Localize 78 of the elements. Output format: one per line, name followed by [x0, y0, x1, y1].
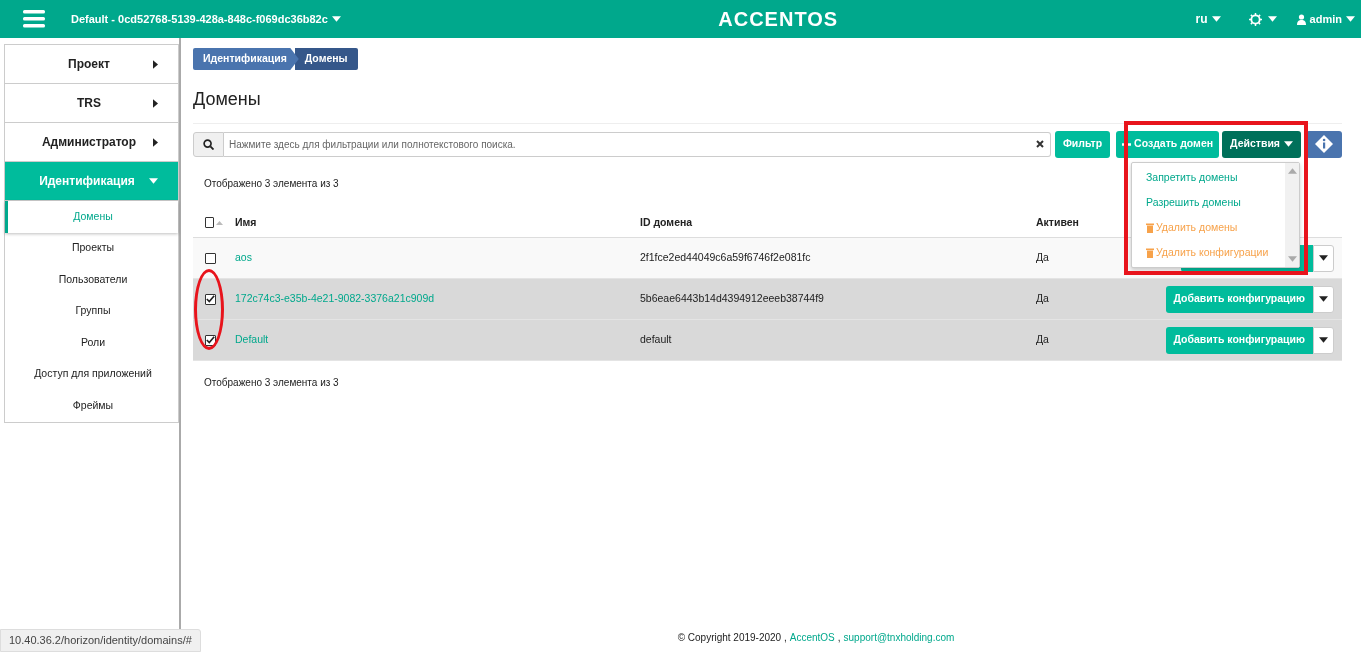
separator-text: , [837, 630, 841, 645]
breadcrumb-item[interactable]: Идентификация [193, 48, 299, 70]
domain-link[interactable]: 172c74c3-e35b-4e21-9082-3376a21c909d [223, 291, 640, 307]
sidebar-item[interactable]: Идентификация [5, 162, 178, 201]
checkbox[interactable] [205, 252, 216, 264]
menu-item[interactable]: Разрешить домены [1146, 194, 1285, 211]
search-field[interactable]: Нажмите здесь для фильтрации или полнотекстового поиска. [224, 131, 1051, 157]
domain-link[interactable]: Default [223, 332, 640, 348]
caret-icon [1319, 296, 1328, 302]
sidebar-subitem[interactable]: Пользователи [5, 264, 178, 296]
dropdown-toggle[interactable] [1313, 326, 1334, 354]
brand-link[interactable]: AccentOS [789, 629, 835, 645]
table-cell-text: 5b6eae6443b14d4394912eeeb38744f9 [640, 291, 825, 307]
caret-icon [1346, 16, 1355, 22]
theme-menu[interactable] [1248, 12, 1277, 26]
breadcrumb-item: Домены [294, 48, 358, 70]
caret-icon [153, 137, 158, 147]
domain-link[interactable]: aos [223, 250, 640, 266]
menu-icon[interactable] [23, 10, 45, 28]
project-selector[interactable]: Default - 0cd52768-5139-428a-848c-f069dc36b82c [71, 10, 341, 28]
sort-icon [216, 219, 223, 226]
scrollbar[interactable] [1285, 163, 1299, 267]
menu-item[interactable]: Удалить домены [1146, 219, 1285, 236]
sidebar-subitem[interactable]: Роли [5, 327, 178, 359]
caret-icon [1319, 337, 1328, 343]
column-header: ID домена [640, 214, 694, 230]
checkbox[interactable] [205, 217, 214, 228]
caret-icon [1267, 16, 1277, 22]
dropdown-toggle[interactable] [1313, 244, 1334, 272]
sidebar-subitem[interactable]: Группы [5, 295, 178, 327]
scroll-down-icon [1287, 256, 1297, 262]
menu-item[interactable]: Удалить конфигурации [1146, 244, 1285, 261]
dropdown-toggle[interactable] [1313, 285, 1334, 313]
menu-item[interactable]: Запретить домены [1146, 169, 1285, 186]
item-count: Отображено 3 элемента из 3 [204, 177, 339, 191]
caret-icon [1319, 255, 1328, 261]
column-header: Активен [1036, 214, 1079, 230]
checkbox[interactable] [205, 293, 216, 305]
trash-icon [1146, 247, 1154, 258]
info-icon [1315, 135, 1333, 153]
sidebar-subitem[interactable]: Доступ для приложений [5, 358, 178, 390]
table-cell: Да [1036, 333, 1049, 346]
actions-button[interactable]: Действия [1222, 130, 1301, 158]
caret-icon [153, 59, 158, 69]
sidebar-subitem[interactable]: Домены [5, 201, 178, 233]
trash-icon [1146, 222, 1154, 233]
caret-icon [331, 16, 341, 22]
language-selector[interactable]: ru [1195, 10, 1221, 28]
logo: ACCENTOS [718, 7, 839, 32]
page-title: Домены [193, 86, 1342, 124]
filter-button[interactable]: Фильтр [1054, 130, 1111, 158]
caret-icon [153, 98, 158, 108]
caret-icon [1211, 16, 1221, 22]
add-configuration-button[interactable]: Добавить конфигурацию [1165, 285, 1313, 313]
search-button[interactable] [193, 131, 224, 157]
table-cell-text: default [640, 332, 673, 348]
sidebar-subitem[interactable]: Проекты [5, 232, 178, 264]
email-link[interactable]: support@tnxholding.com [843, 629, 955, 645]
create-domain-button[interactable]: Создать домен [1116, 130, 1220, 158]
caret-icon [1284, 141, 1293, 147]
column-header[interactable]: Имя [223, 214, 640, 231]
user-menu[interactable]: admin [1296, 10, 1355, 28]
gear-icon [1248, 12, 1262, 26]
scroll-up-icon [1287, 168, 1297, 174]
sidebar-subitem[interactable]: Фреймы [5, 390, 178, 422]
status-url: 10.40.36.2/horizon/identity/domains/# [0, 629, 201, 652]
item-count: Отображено 3 элемента из 3 [204, 376, 339, 390]
table-cell: Да [1036, 292, 1049, 305]
user-icon [1296, 13, 1306, 25]
caret-icon [149, 178, 158, 184]
copyright-text: © Copyright 2019-2020 , [677, 630, 787, 645]
info-button[interactable] [1306, 130, 1342, 158]
clear-icon[interactable] [1035, 140, 1044, 148]
add-configuration-button[interactable]: Добавить конфигурацию [1165, 326, 1313, 354]
table-cell: Да [1036, 251, 1049, 264]
table-cell-text: 2f1fce2ed44049c6a59f6746f2e081fc [640, 250, 812, 266]
search-icon [203, 138, 214, 150]
checkbox[interactable] [205, 334, 216, 346]
